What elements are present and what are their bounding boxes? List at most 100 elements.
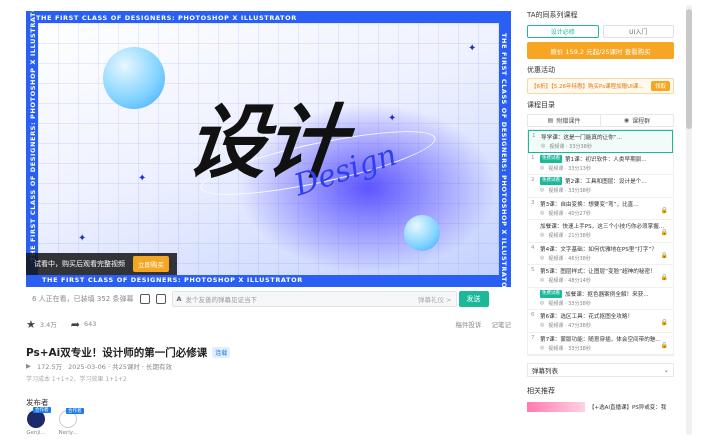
tab-courseware[interactable]: ▤ 附赠课件: [528, 115, 600, 126]
publisher-badge: 合作者: [66, 408, 84, 414]
chevron-down-icon: ⌄: [663, 366, 669, 374]
lesson-sub: ◎ 视频课 · 33分38秒: [540, 300, 669, 307]
lesson-item[interactable]: 2 免费试看 第2课：工具和图层：设计是个... ◎ 视频课 · 33分38秒: [528, 175, 673, 198]
lesson-title: 加餐课：抠色器案例全解！来获...: [565, 291, 649, 298]
lesson-title: 第7课：蒙版功能：随意穿插，体会空间带的魅...: [540, 336, 661, 343]
lesson-duration: 视频课 · 46分38秒: [548, 255, 591, 262]
publisher-list: 合作者 Genji... 合作者 Nerly...: [26, 407, 84, 436]
lesson-item[interactable]: 6 第6课：选区工具：花式抠图全攻略！ ◎ 视频课 · 47分38秒 🔒: [528, 310, 673, 333]
directory-tabs: ▤ 附赠课件 ◉ 课程群: [527, 114, 674, 127]
video-icon: ◎: [540, 322, 545, 328]
video-icon: ◎: [541, 143, 546, 149]
view-count: 172.5万: [37, 363, 63, 371]
lesson-item[interactable]: 1 免费试看 第1课：初识软件：人类早期驯... ◎ 视频课 · 33分13秒: [528, 153, 673, 175]
lesson-sub: ◎ 视频课 · 33分38秒: [540, 187, 669, 194]
publisher-avatar[interactable]: 合作者 Nerly...: [58, 408, 84, 436]
scrollbar-thumb[interactable]: [686, 9, 692, 129]
thumb-up-icon: ★: [26, 317, 36, 331]
publisher-avatar[interactable]: 合作者 Genji...: [26, 407, 51, 436]
lesson-item[interactable]: 5 第5课：图层样式：让图层“变脸”超神的秘密！ ◎ 视频课 · 48分14秒 🔒: [528, 265, 673, 288]
recommend-thumbnail: [527, 402, 585, 412]
share-button[interactable]: ➦ 643: [71, 318, 97, 331]
lesson-title: 第4课：文字基础：如何优雅地在PS里“打字”？: [540, 246, 657, 253]
lesson-title: 第1课：初识软件：人类早期驯...: [565, 156, 647, 163]
danmu-placeholder: 发个友善的弹幕见证当下: [185, 296, 258, 304]
scrollbar[interactable]: [686, 5, 692, 435]
publisher-name: Genji...: [26, 430, 46, 436]
frame-text-right: THE FIRST CLASS OF DESIGNERS: PHOTOSHOP …: [500, 33, 508, 287]
trial-banner: 试看中，购买后观看完整视频 立即购买: [26, 253, 177, 275]
lesson-number: 5: [531, 267, 535, 273]
danmu-input[interactable]: A 发个友善的弹幕见证当下 弹幕礼仪 >: [171, 291, 457, 307]
like-count: 3.4万: [39, 321, 57, 329]
danmu-settings-icon[interactable]: [155, 294, 166, 304]
avatar: 合作者: [59, 408, 84, 428]
lesson-duration: 视频课 · 33分38秒: [549, 144, 592, 150]
tab-group-label: 课程群: [632, 118, 651, 125]
status-badge: 连载: [212, 347, 231, 358]
danmu-list-label: 弹幕列表: [532, 367, 558, 375]
promo-label: 优惠活动: [527, 66, 555, 74]
lesson-duration: 视频课 · 21分38秒: [548, 233, 591, 239]
like-button[interactable]: ★ 3.4万: [26, 318, 57, 331]
star-icon: ✦: [138, 173, 147, 184]
lock-icon: 🔒: [660, 319, 668, 326]
lesson-title-row: 1 免费试看 第1课：初识软件：人类早期驯...: [531, 154, 669, 163]
lock-icon: 🔒: [660, 206, 668, 214]
lesson-item[interactable]: 3 第3课：自由变换：想要变“弯”，比直... ◎ 视频课 · 40分27秒 🔒: [528, 198, 673, 220]
frame-text-top: THE FIRST CLASS OF DESIGNERS: PHOTOSHOP …: [36, 14, 297, 22]
star-icon: ✦: [78, 233, 87, 244]
free-badge: 免费试看: [540, 154, 562, 163]
lock-icon: 🔒: [660, 229, 668, 236]
page: THE FIRST CLASS OF DESIGNERS: PHOTOSHOP …: [0, 0, 720, 442]
frame-text-bottom: THE FIRST CLASS OF DESIGNERS: PHOTOSHOP …: [42, 276, 303, 284]
lesson-item[interactable]: 7 第7课：蒙版功能：随意穿插，体会空间带的魅... ◎ 视频课 · 33分38秒 🔒: [528, 333, 673, 355]
video-icon: ◎: [540, 164, 545, 171]
note-link[interactable]: 记笔记: [492, 319, 512, 329]
lesson-sub: ◎ 视频课 · 33分38秒: [540, 345, 669, 352]
frame-text-left: THE FIRST CLASS OF DESIGNERS: PHOTOSHOP …: [29, 11, 37, 261]
trial-buy-button[interactable]: 立即购买: [133, 256, 169, 272]
lesson-title-row: 3 第3课：自由变换：想要变“弯”，比直...: [531, 200, 669, 208]
danmu-list-toggle[interactable]: 弹幕列表 ⌄: [527, 363, 674, 377]
lesson-duration: 视频课 · 33分38秒: [548, 188, 591, 194]
recommend-item[interactable]: 【+选AI直播课】PS异或变：我: [527, 402, 674, 412]
font-icon[interactable]: A: [177, 295, 182, 303]
lesson-duration: 视频课 · 33分13秒: [548, 165, 591, 172]
claim-button[interactable]: 领取: [650, 81, 670, 91]
lesson-item[interactable]: 加餐课：快速上手PS，这三个小技巧你必须掌握... ◎ 视频课 · 21分38秒 🔒: [528, 220, 673, 243]
lesson-number: 4: [531, 244, 535, 251]
lesson-sub: ◎ 视频课 · 33分13秒: [540, 165, 669, 172]
promo-banner: 【6折】【5.26年特惠】购买Ps课程加赠UI课... 领取: [527, 78, 674, 94]
tab-group[interactable]: ◉ 课程群: [600, 115, 673, 126]
free-badge: 免费试看: [540, 177, 562, 185]
video-icon: ◎: [540, 187, 545, 193]
recommend-title: 【+选AI直播课】PS异或变：我: [589, 405, 667, 411]
video-icon: ◎: [540, 299, 545, 306]
lesson-title-row: 5 第5课：图层样式：让图层“变脸”超神的秘密！: [531, 267, 669, 275]
lesson-sub: ◎ 视频课 · 21分38秒: [540, 232, 669, 239]
share-icon: ➦: [70, 317, 80, 331]
lesson-title-row: 1 导学课：这是一门能真的让你“...: [532, 133, 668, 141]
lesson-sub: ◎ 视频课 · 40分27秒: [540, 210, 669, 217]
lesson-duration: 视频课 · 33分38秒: [548, 345, 591, 352]
star-icon: ✦: [388, 113, 397, 124]
lesson-title: 加餐课：快速上手PS，这三个小技巧你必须掌握...: [540, 224, 665, 230]
buy-button[interactable]: 原价 159.2 元起/25课时 查看购买: [527, 42, 674, 59]
lesson-item[interactable]: 1 导学课：这是一门能真的让你“... ◎ 视频课 · 33分38秒: [528, 130, 673, 153]
group-icon: ◉: [623, 117, 630, 124]
lesson-duration: 视频课 · 47分38秒: [548, 323, 591, 329]
send-button[interactable]: 发送: [458, 291, 489, 307]
video-player[interactable]: THE FIRST CLASS OF DESIGNERS: PHOTOSHOP …: [26, 11, 511, 287]
danmu-toggle-icon[interactable]: [139, 294, 150, 304]
report-link[interactable]: 稿件投诉: [456, 319, 482, 329]
danmu-etiquette-link[interactable]: 弹幕礼仪 >: [418, 294, 452, 304]
lesson-sub: ◎ 视频课 · 48分14秒: [540, 277, 669, 284]
lesson-number: 1: [531, 154, 535, 161]
lesson-item[interactable]: 免费试看 加餐课：抠色器案例全解！来获... ◎ 视频课 · 33分38秒: [528, 288, 673, 310]
tab-series-1[interactable]: UI入门: [602, 25, 674, 38]
lesson-duration: 视频课 · 48分14秒: [548, 278, 591, 284]
star-icon: ✦: [468, 43, 477, 54]
lesson-item[interactable]: 4 第4课：文字基础：如何优雅地在PS里“打字”？ ◎ 视频课 · 46分38秒 🔒: [528, 243, 673, 265]
tab-series-0[interactable]: 设计必修: [527, 25, 599, 38]
